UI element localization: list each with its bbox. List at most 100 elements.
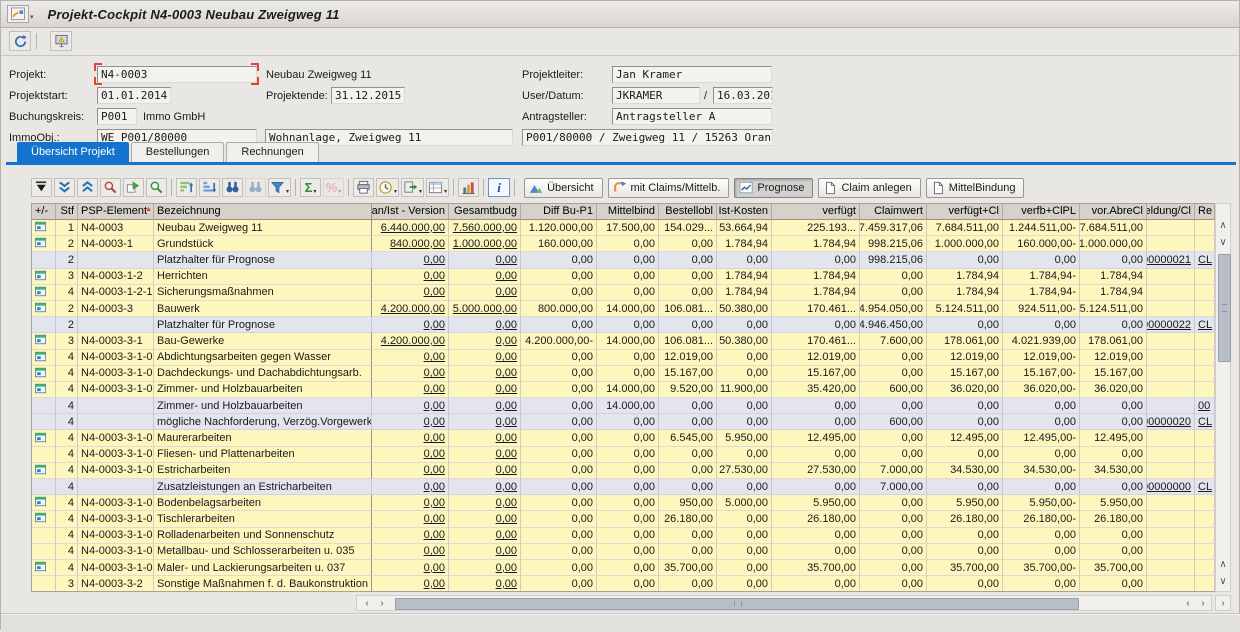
cell-budget[interactable]: 0,00 [449,333,521,349]
cell-budget[interactable]: 0,00 [449,252,521,268]
cell-budget[interactable]: 0,00 [449,463,521,479]
cell-budget[interactable]: 0,00 [449,366,521,382]
table-row[interactable]: 4mögliche Nachforderung, Verzög.Vorgewer… [32,414,1215,430]
projektende-field[interactable]: 31.12.2015 [331,87,405,104]
table-row[interactable]: 4N4-0003-3-1-024Fliesen- und Plattenarbe… [32,447,1215,463]
col-header-claimwert[interactable]: Claimwert [860,204,927,220]
table-row[interactable]: 4Zusatzleistungen an Estricharbeiten0,00… [32,479,1215,495]
cell-plan[interactable]: 0,00 [372,285,449,301]
sort-descending-icon[interactable] [199,178,220,197]
table-row[interactable]: 2Platzhalter für Prognose0,000,000,000,0… [32,252,1215,268]
legend-button[interactable] [50,31,72,51]
col-header-verfuegtcl[interactable]: verfügt+Cl [927,204,1003,220]
cell-budget[interactable]: 0,00 [449,269,521,285]
table-row[interactable]: 3N4-0003-3-1Bau-Gewerke4.200.000,000,004… [32,333,1215,349]
refresh-button[interactable] [9,31,31,51]
col-header-verfuegt[interactable]: verfügt [772,204,860,220]
find-icon[interactable] [222,178,243,197]
window-menu-button[interactable] [7,5,29,23]
vertical-scrollbar[interactable]: ∧ ∨ ∧ ∨ [1215,203,1231,592]
cell-budget[interactable]: 0,00 [449,430,521,446]
cell-plan[interactable]: 0,00 [372,576,449,592]
export-icon[interactable]: ▾ [401,178,424,197]
table-row[interactable]: 2Platzhalter für Prognose0,000,000,000,0… [32,317,1215,333]
cell-plan[interactable]: 0,00 [372,269,449,285]
table-row[interactable]: 4N4-0003-3-1-016Zimmer- und Holzbauarbei… [32,382,1215,398]
cell-meldung[interactable]: 400000021 [1147,252,1195,268]
scroll-up-icon[interactable]: ∧ [1216,218,1230,232]
cell-plan[interactable]: 0,00 [372,447,449,463]
scroll-left-icon[interactable]: ‹ [1181,596,1195,610]
table-row[interactable]: 4N4-0003-1-2-1Sicherungsmaßnahmen0,000,0… [32,285,1215,301]
cell-budget[interactable]: 0,00 [449,317,521,333]
antragsteller-field[interactable]: Antragsteller A [612,108,772,125]
table-row[interactable]: 4N4-0003-3-1-018Abdichtungsarbeiten gege… [32,350,1215,366]
cell-budget[interactable]: 0,00 [449,447,521,463]
find-next-icon[interactable] [245,178,266,197]
collapse-all-icon[interactable] [77,178,98,197]
graphic-icon[interactable] [458,178,479,197]
projekt-field[interactable]: N4-0003 [97,66,257,83]
scrollbar-corner[interactable]: › [1215,595,1231,611]
col-header-sel[interactable]: +/- [32,204,56,220]
col-header-re[interactable]: Re [1195,204,1215,220]
find-in-hierarchy-icon[interactable] [146,178,167,197]
scroll-up-icon[interactable]: ∧ [1216,557,1230,571]
horizontal-scrollbar[interactable]: ‹ › ‹ › [356,595,1212,611]
cell-budget[interactable]: 0,00 [449,576,521,592]
cell-plan[interactable]: 0,00 [372,479,449,495]
position-icon[interactable] [123,178,144,197]
cell-budget[interactable]: 0,00 [449,528,521,544]
table-row[interactable]: 4Zimmer- und Holzbauarbeiten0,000,000,00… [32,398,1215,414]
detail-icon[interactable] [100,178,121,197]
cell-plan[interactable]: 0,00 [372,544,449,560]
subtotal-icon[interactable]: %▾ [323,178,344,197]
scroll-left-icon[interactable]: ‹ [360,596,374,610]
mittelbindung-button[interactable]: MittelBindung [926,178,1025,198]
col-header-meldung[interactable]: Meldung/Cl [1147,204,1195,220]
col-header-diff[interactable]: Diff Bu-P1 [521,204,597,220]
col-header-bestellobl[interactable]: Bestellobl [659,204,717,220]
scroll-right-icon[interactable]: › [1196,596,1210,610]
expand-all-icon[interactable] [54,178,75,197]
cell-budget[interactable]: 0,00 [449,511,521,527]
cell-re[interactable]: CL [1195,414,1215,430]
projektleiter-field[interactable]: Jan Kramer [612,66,772,83]
col-header-istkosten[interactable]: Ist-Kosten [717,204,772,220]
cell-plan[interactable]: 0,00 [372,366,449,382]
table-row[interactable]: 4N4-0003-3-1-036Bodenbelagsarbeiten0,000… [32,495,1215,511]
cell-budget[interactable]: 7.560.000,00 [449,220,521,236]
cell-meldung[interactable]: 400000020 [1147,414,1195,430]
tab-uebersicht-projekt[interactable]: Übersicht Projekt [17,142,129,162]
cell-budget[interactable]: 0,00 [449,495,521,511]
cell-meldung[interactable]: 400000022 [1147,317,1195,333]
cell-plan[interactable]: 6.440.000,00 [372,220,449,236]
cell-plan[interactable]: 0,00 [372,430,449,446]
cell-re[interactable]: 00 [1195,398,1215,414]
user-field[interactable]: JKRAMER [612,87,700,104]
table-row[interactable]: 2N4-0003-1Grundstück840.000,001.000.000,… [32,236,1215,252]
cell-budget[interactable]: 0,00 [449,479,521,495]
cell-plan[interactable]: 0,00 [372,560,449,576]
table-row[interactable]: 3N4-0003-1-2Herrichten0,000,000,000,000,… [32,269,1215,285]
datum-field[interactable]: 16.03.2016 [713,87,773,104]
cell-budget[interactable]: 0,00 [449,285,521,301]
vertical-scroll-thumb[interactable] [1218,254,1231,362]
cell-plan[interactable]: 0,00 [372,511,449,527]
col-header-verfbclpl[interactable]: verfb+ClPL [1003,204,1080,220]
sum-icon[interactable]: Σ▾ [300,178,321,197]
cell-plan[interactable]: 0,00 [372,317,449,333]
filter-icon[interactable]: ▾ [268,178,291,197]
tab-bestellungen[interactable]: Bestellungen [131,142,225,162]
cell-re[interactable]: CL [1195,479,1215,495]
cell-budget[interactable]: 0,00 [449,398,521,414]
col-header-plan[interactable]: Plan/Ist - Version [372,204,449,220]
cell-budget[interactable]: 0,00 [449,544,521,560]
layout-icon[interactable]: ▾ [426,178,449,197]
scroll-right-icon[interactable]: › [375,596,389,610]
table-row[interactable]: 4N4-0003-3-1-025Estricharbeiten0,000,000… [32,463,1215,479]
prognose-button[interactable]: Prognose [734,178,813,198]
collapse-subtree-icon[interactable] [31,178,52,197]
cell-meldung[interactable]: 400000000 [1147,479,1195,495]
claim-anlegen-button[interactable]: Claim anlegen [818,178,920,198]
